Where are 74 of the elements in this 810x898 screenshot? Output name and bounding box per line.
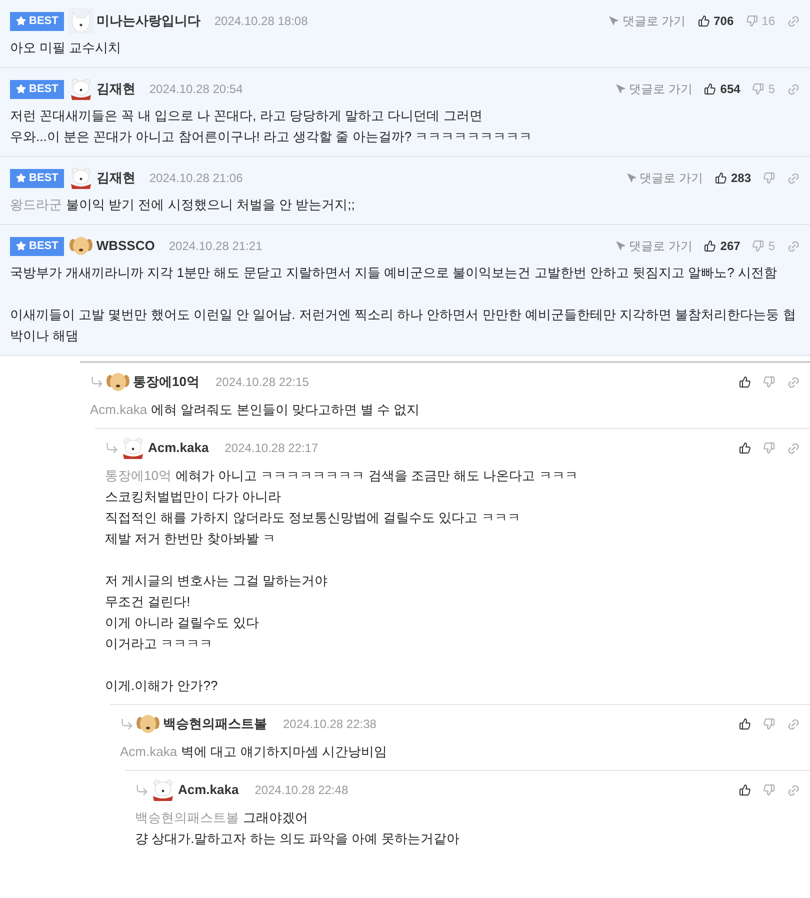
like-button[interactable]: 654 <box>704 80 740 98</box>
author-name[interactable]: 백승현의패스트볼 <box>163 714 267 734</box>
like-button[interactable]: 267 <box>704 237 740 255</box>
comment-text: 우와...이 분은 꼰대가 아니고 참어른이구나! 라고 생각할 줄 아는걸까? ㅋㅋㅋㅋㅋㅋㅋㅋㅋ <box>10 128 532 146</box>
thumbs-down-icon <box>746 15 758 27</box>
comment-text: 벽에 대고 얘기하지마셈 시간낭비임 <box>181 743 387 761</box>
best-badge: BEST <box>10 12 64 30</box>
author-name[interactable]: Acm.kaka <box>178 780 239 800</box>
star-icon <box>16 16 26 26</box>
comment-text: 에혀가 아니고 ㅋㅋㅋㅋㅋㅋㅋㅋ 검색을 조금만 해도 나온다고 ㅋㅋㅋ <box>175 467 578 485</box>
thumbs-up-icon <box>714 172 727 184</box>
dislike-button[interactable] <box>763 172 775 184</box>
comment-text: 에혀 알려줘도 본인들이 맞다고하면 별 수 없지 <box>151 401 420 419</box>
author-name[interactable]: 김재현 <box>96 168 136 188</box>
author-name[interactable]: 김재현 <box>96 79 136 99</box>
best-badge: BEST <box>10 168 64 188</box>
author-name[interactable]: Acm.kaka <box>148 438 209 458</box>
comment-text: 걍 상대가.말하고자 하는 의도 파악을 아예 못하는거같아 <box>135 830 460 848</box>
comment-date: 2024.10.28 21:21 <box>168 238 262 255</box>
reply-arrow-icon <box>90 375 104 389</box>
dislike-button[interactable] <box>763 442 775 454</box>
comment-text: 무조건 걸린다! <box>105 593 190 611</box>
comment-text: 이게 아니라 걸릴수도 있다 <box>105 614 259 632</box>
navigation-arrow-icon <box>626 173 637 183</box>
dislike-button[interactable] <box>763 376 775 388</box>
best-badge: BEST <box>10 236 64 256</box>
like-button[interactable]: 706 <box>698 12 734 30</box>
star-icon <box>16 84 26 94</box>
comment-text: 직접적인 해를 가하지 않더라도 정보통신망법에 걸릴수도 있다고 ㅋㅋㅋ <box>105 509 520 527</box>
comment-text: 불이익 받기 전에 시정했으니 처벌을 안 받는거지;; <box>66 196 355 214</box>
bear-avatar-icon <box>150 777 176 803</box>
thumbs-down-icon <box>752 83 764 95</box>
bear-avatar-icon <box>120 435 146 461</box>
author-name[interactable]: 미나는사랑입니다 <box>96 11 200 31</box>
author-name[interactable]: WBSSCO <box>96 236 155 256</box>
comment-date: 2024.10.28 22:17 <box>224 440 318 457</box>
reply-arrow-icon <box>135 783 149 797</box>
comment-date: 2024.10.28 21:06 <box>149 170 243 187</box>
comment-text: 그래야겠어 <box>243 809 308 827</box>
navigation-arrow-icon <box>616 84 626 94</box>
navigation-arrow-icon <box>609 16 620 26</box>
comment-text: 이게.이해가 안가?? <box>105 677 218 695</box>
comment-date: 2024.10.28 18:08 <box>214 13 308 30</box>
dislike-button[interactable] <box>763 718 775 730</box>
comment-date: 2024.10.28 22:38 <box>283 716 376 733</box>
comment-text: 아오 미필 교수시치 <box>10 39 122 57</box>
thumbs-up-icon <box>704 240 716 252</box>
thumbs-down-icon <box>752 240 764 252</box>
reply-arrow-icon <box>120 717 134 731</box>
like-button[interactable] <box>739 376 751 388</box>
thumbs-down-icon <box>763 172 775 184</box>
comment-text: 스코킹처벌법만이 다가 아니라 <box>105 488 282 506</box>
star-icon <box>16 241 26 251</box>
navigation-arrow-icon <box>616 241 626 251</box>
like-button[interactable]: 283 <box>714 169 751 187</box>
comment-date: 2024.10.28 22:15 <box>215 374 309 391</box>
like-button[interactable] <box>739 718 751 730</box>
comment-text: 저 게시글의 변호사는 그걸 말하는거야 <box>105 572 328 590</box>
comment-date: 2024.10.28 20:54 <box>149 81 243 98</box>
comment-text: 제발 저거 한번만 찾아봐봘 ㅋ <box>105 530 276 548</box>
star-icon <box>16 173 26 183</box>
author-name[interactable]: 통장에10억 <box>133 372 200 392</box>
thumbs-up-icon <box>704 83 716 95</box>
dislike-button[interactable] <box>763 784 775 796</box>
comment-text: 저런 꼰대새끼들은 꼭 내 입으로 나 꼰대다, 라고 당당하게 말하고 다니던데 그러면 <box>10 107 482 125</box>
comment-text: 이새끼들이 고발 몇번만 했어도 이런일 안 일어남. 저런거엔 찍소리 하나 안하면서 만만한 예비군들한테만 지각하면 불참처리한다는둥 협박이나 해댐 <box>10 306 797 345</box>
best-badge: BEST <box>10 80 64 98</box>
comment-text: 이거라고 ㅋㅋㅋㅋ <box>105 635 213 653</box>
like-button[interactable] <box>739 442 751 454</box>
comment-text: 국방부가 개새끼라니까 지각 1분만 해도 문닫고 지랄하면서 지들 예비군으로 불이익보는건 고발한번 안하고 뒷짐지고 알빠노? 시전함 <box>10 264 778 282</box>
comment-date: 2024.10.28 22:48 <box>254 782 348 799</box>
reply-arrow-icon <box>105 441 119 455</box>
like-button[interactable] <box>739 784 751 796</box>
thumbs-up-icon <box>698 15 710 27</box>
